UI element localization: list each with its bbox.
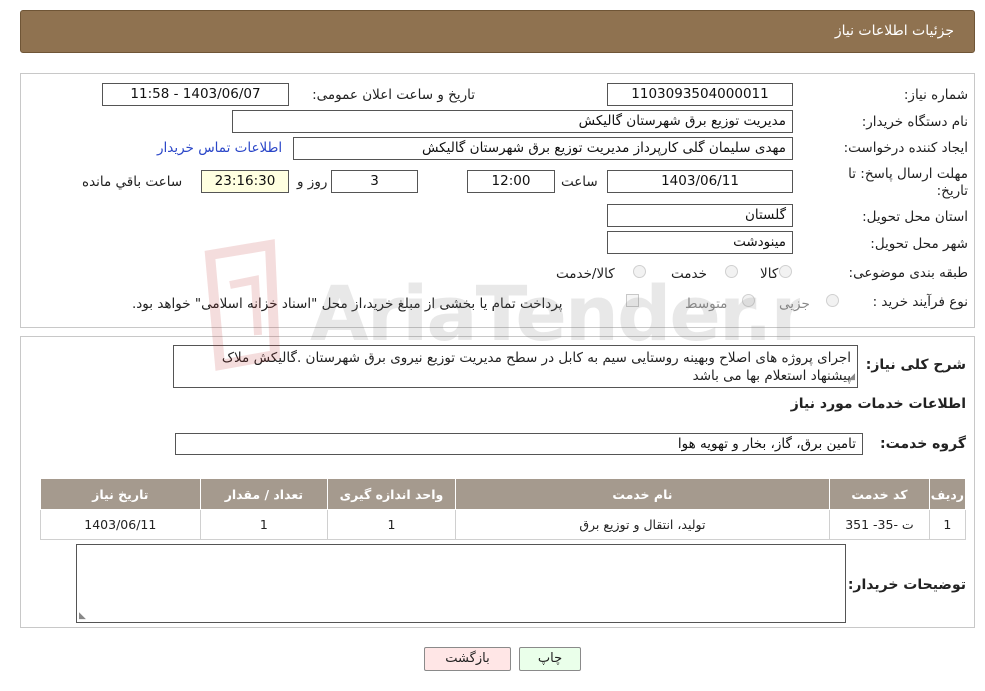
process-small-radio[interactable] bbox=[826, 294, 839, 307]
cell-quantity: 1 bbox=[199, 509, 329, 540]
city-field[interactable]: مینودشت bbox=[607, 231, 793, 254]
col-row-number: ردیف bbox=[928, 478, 967, 510]
category-goods-radio[interactable] bbox=[779, 265, 792, 278]
remaining-time-label: ساعت باقي مانده bbox=[82, 174, 183, 190]
treasury-payment-checkbox[interactable] bbox=[626, 294, 639, 307]
deadline-date-field[interactable]: 1403/06/11 bbox=[607, 170, 793, 193]
need-number-label: شماره نیاز: bbox=[903, 87, 968, 103]
province-label: استان محل تحویل: bbox=[862, 209, 968, 225]
requester-field[interactable]: مهدی سلیمان گلی کارپرداز مدیریت توزیع بر… bbox=[293, 137, 793, 160]
requester-label: ایجاد کننده درخواست: bbox=[843, 140, 968, 156]
resize-grip-icon[interactable]: ◣ bbox=[79, 611, 86, 621]
deadline-label-date: تاریخ: bbox=[936, 183, 968, 199]
col-service-code: کد خدمت bbox=[829, 478, 930, 510]
deadline-time-label: ساعت bbox=[561, 174, 598, 190]
buyer-notes-textarea[interactable]: ◣ bbox=[76, 544, 846, 623]
category-label: طبقه بندی موضوعی: bbox=[848, 265, 968, 281]
table-header-row: ردیف کد خدمت نام خدمت واحد اندازه گیری ت… bbox=[40, 478, 967, 510]
buyer-org-label: نام دستگاه خریدار: bbox=[861, 114, 968, 130]
buyer-contact-link[interactable]: اطلاعات تماس خریدار bbox=[157, 140, 282, 156]
buyer-notes-label: توضیحات خریدار: bbox=[847, 577, 966, 593]
cell-service-name: تولید، انتقال و توزیع برق bbox=[454, 509, 831, 540]
general-description-label: شرح کلی نیاز: bbox=[865, 357, 966, 373]
cell-service-code: ت -35- 351 bbox=[829, 509, 930, 540]
cell-row-number: 1 bbox=[928, 509, 967, 540]
general-description-textarea[interactable]: اجرای پروژه های اصلاح وبهینه روستایی سیم… bbox=[173, 345, 858, 388]
col-quantity: تعداد / مقدار bbox=[199, 478, 329, 510]
category-goods-service-label: کالا/خدمت bbox=[556, 266, 615, 282]
category-service-label: خدمت bbox=[671, 266, 707, 282]
category-goods-service-radio[interactable] bbox=[633, 265, 646, 278]
service-group-label: گروه خدمت: bbox=[880, 436, 966, 452]
province-field[interactable]: گلستان bbox=[607, 204, 793, 227]
treasury-payment-note: پرداخت تمام یا بخشی از مبلغ خرید،از محل … bbox=[132, 296, 563, 312]
category-service-radio[interactable] bbox=[725, 265, 738, 278]
cell-need-date: 1403/06/11 bbox=[40, 509, 201, 540]
page-title: جزئیات اطلاعات نیاز bbox=[834, 23, 954, 39]
category-goods-label: کالا bbox=[760, 266, 779, 282]
page-header: جزئیات اطلاعات نیاز bbox=[20, 10, 975, 53]
service-group-field[interactable]: تامین برق، گاز، بخار و تهویه هوا bbox=[175, 433, 863, 455]
col-need-date: تاریخ نیاز bbox=[40, 478, 201, 510]
process-type-label: نوع فرآیند خرید : bbox=[872, 294, 968, 310]
deadline-label: مهلت ارسال پاسخ: تا bbox=[848, 166, 968, 182]
services-section-title: اطلاعات خدمات مورد نیاز bbox=[790, 396, 966, 412]
buyer-org-field[interactable]: مدیریت توزیع برق شهرستان گالیکش bbox=[232, 110, 793, 133]
back-button[interactable]: بازگشت bbox=[424, 647, 511, 671]
days-label: روز و bbox=[297, 174, 328, 190]
process-small-label: جزیی bbox=[779, 296, 810, 312]
table-row: 1 ت -35- 351 تولید، انتقال و توزیع برق 1… bbox=[40, 509, 967, 540]
need-number-field[interactable]: 1103093504000011 bbox=[607, 83, 793, 106]
general-description-text: اجرای پروژه های اصلاح وبهینه روستایی سیم… bbox=[221, 350, 851, 384]
announce-date-field[interactable]: 1403/06/07 - 11:58 bbox=[102, 83, 289, 106]
process-medium-radio[interactable] bbox=[742, 294, 755, 307]
print-button[interactable]: چاپ bbox=[519, 647, 581, 671]
services-table: ردیف کد خدمت نام خدمت واحد اندازه گیری ت… bbox=[40, 478, 967, 540]
col-unit: واحد اندازه گیری bbox=[327, 478, 456, 510]
process-medium-label: متوسط bbox=[685, 296, 728, 312]
announce-date-label: تاریخ و ساعت اعلان عمومی: bbox=[312, 87, 475, 103]
resize-grip-icon[interactable]: ◢ bbox=[848, 368, 855, 386]
cell-unit: 1 bbox=[327, 509, 456, 540]
days-field[interactable]: 3 bbox=[331, 170, 418, 193]
deadline-time-field[interactable]: 12:00 bbox=[467, 170, 555, 193]
col-service-name: نام خدمت bbox=[454, 478, 831, 510]
city-label: شهر محل تحویل: bbox=[870, 236, 968, 252]
remaining-time-field: 23:16:30 bbox=[201, 170, 289, 193]
